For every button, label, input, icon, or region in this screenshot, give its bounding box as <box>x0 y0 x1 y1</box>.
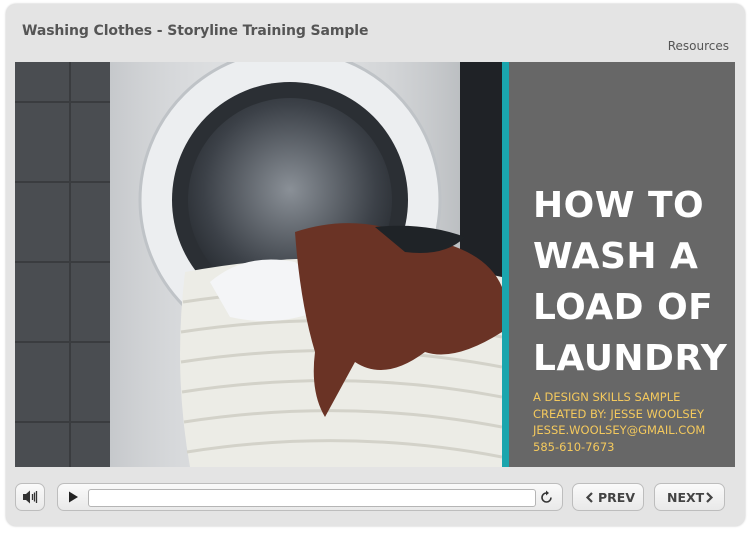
course-player: Washing Clothes - Storyline Training Sam… <box>6 4 745 526</box>
prev-button[interactable]: PREV <box>572 483 644 511</box>
credit-line: JESSE.WOOLSEY@GMAIL.COM <box>533 423 706 437</box>
credit-line: A DESIGN SKILLS SAMPLE <box>533 390 681 404</box>
credit-line: 585-610-7673 <box>533 439 615 454</box>
title-panel: HOW TO WASH A LOAD OF LAUNDRY A DESIGN S… <box>509 62 735 467</box>
slide-stage: HOW TO WASH A LOAD OF LAUNDRY A DESIGN S… <box>15 62 735 467</box>
chevron-left-icon <box>585 492 593 503</box>
prev-label: PREV <box>598 490 635 505</box>
credit-line: CREATED BY: JESSE WOOLSEY <box>533 406 705 421</box>
seekbar-container <box>57 483 563 511</box>
next-label: NEXT <box>667 490 705 505</box>
accent-bar <box>502 62 509 467</box>
seekbar-track[interactable] <box>88 489 536 507</box>
laundry-photo <box>15 62 502 467</box>
resources-link[interactable]: Resources <box>668 39 729 53</box>
slide-credits: A DESIGN SKILLS SAMPLE CREATED BY: JESSE… <box>533 389 705 455</box>
slide-headline: HOW TO WASH A LOAD OF LAUNDRY <box>533 180 733 384</box>
headline-line: HOW TO <box>533 185 705 226</box>
replay-icon[interactable] <box>538 489 555 506</box>
washing-machine-image <box>15 62 502 467</box>
playback-controls: PREV NEXT <box>15 478 735 514</box>
headline-line: LAUNDRY <box>533 338 728 379</box>
speaker-icon <box>23 490 38 504</box>
next-button[interactable]: NEXT <box>654 483 725 511</box>
chevron-right-icon <box>706 492 714 503</box>
course-title: Washing Clothes - Storyline Training Sam… <box>22 23 369 39</box>
play-icon[interactable] <box>66 490 80 504</box>
volume-button[interactable] <box>15 483 45 511</box>
headline-line: WASH A <box>533 236 699 277</box>
headline-line: LOAD OF <box>533 287 714 328</box>
